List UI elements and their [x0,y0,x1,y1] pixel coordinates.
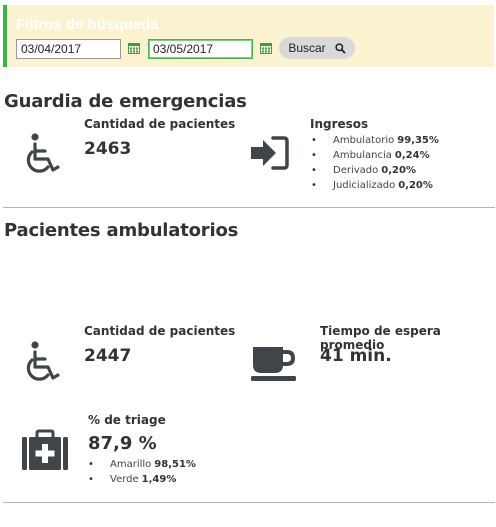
list-item: Ambulatorio99,35% [311,133,439,148]
list-item: Ambulancia0,24% [311,148,439,163]
triage-percent: 98,51% [154,459,196,470]
search-button[interactable]: Buscar [279,37,355,59]
wait-time-value: 41 min. [320,346,392,366]
list-item: Derivado0,20% [311,163,439,178]
section-divider [3,207,495,208]
calendar-icon[interactable] [128,42,140,54]
admission-type: Judicializado [333,180,396,191]
admission-type: Ambulatorio [333,135,395,146]
ambulatory-section-title: Pacientes ambulatorios [4,220,239,241]
ambulatory-patients-value: 2447 [84,346,132,366]
admission-type: Ambulancia [333,150,392,161]
calendar-icon[interactable] [260,42,272,54]
section-divider [3,502,495,503]
emergency-section-title: Guardia de emergencias [4,91,247,112]
emergency-patients-label: Cantidad de pacientes [84,117,236,131]
admission-type: Derivado [333,165,379,176]
list-item: Verde1,49% [88,472,196,487]
triage-list: Amarillo98,51% Verde1,49% [88,457,196,487]
admission-percent: 0,24% [394,150,430,161]
date-from-input[interactable] [16,39,121,59]
triage-color: Verde [110,474,139,485]
admission-percent: 0,20% [381,165,416,176]
wheelchair-icon [26,133,60,173]
sign-in-icon [251,136,289,170]
triage-value: 87,9 % [88,433,157,454]
medkit-icon [22,429,68,470]
date-to-input[interactable] [148,39,253,59]
ambulatory-patients-label: Cantidad de pacientes [84,324,236,338]
admissions-label: Ingresos [310,117,369,131]
search-button-label: Buscar [288,41,326,55]
admission-percent: 0,20% [398,180,433,191]
list-item: Amarillo98,51% [88,457,196,472]
search-filters-panel: Filtros de búsqueda Buscar [3,5,494,67]
admission-percent: 99,35% [397,135,439,146]
triage-color: Amarillo [110,459,152,470]
coffee-cup-icon [251,347,296,381]
wheelchair-icon [26,341,60,381]
emergency-patients-value: 2463 [84,139,132,159]
triage-percent: 1,49% [141,474,177,485]
admissions-list: Ambulatorio99,35% Ambulancia0,24% Deriva… [311,133,439,193]
filters-title: Filtros de búsqueda [16,16,159,33]
triage-label: % de triage [88,413,166,427]
magnifier-icon [335,42,346,54]
list-item: Judicializado0,20% [311,178,439,193]
